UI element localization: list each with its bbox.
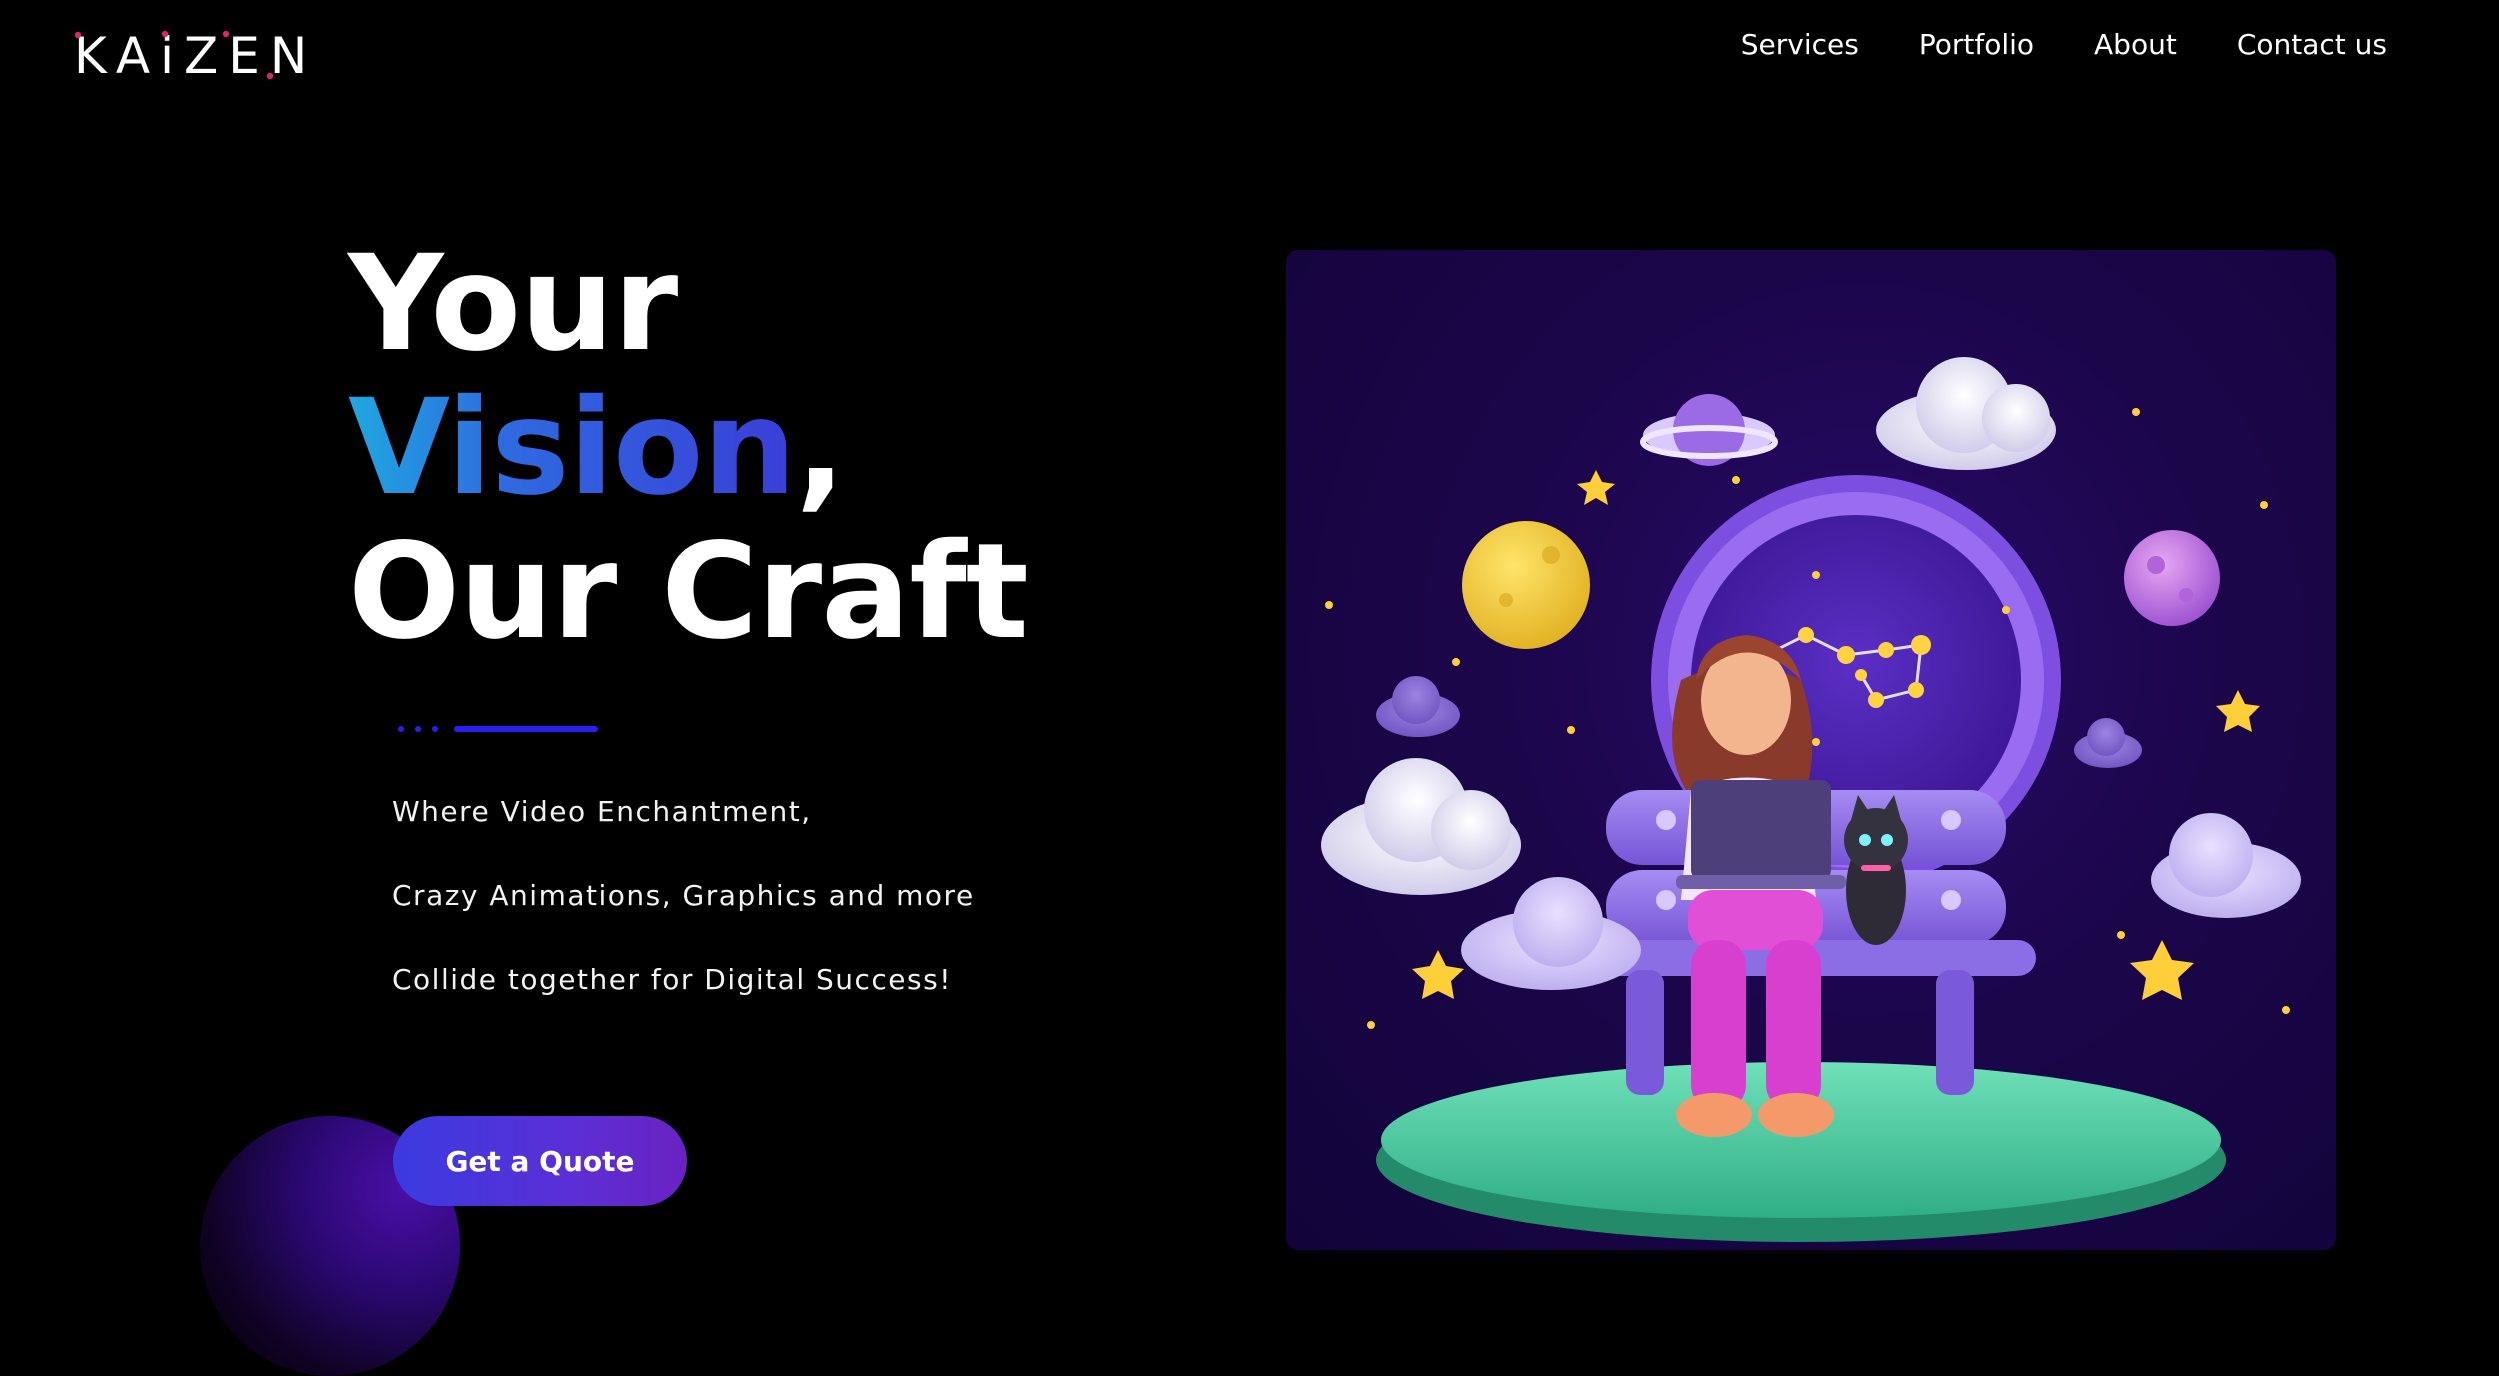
hero-illustration	[1286, 250, 2336, 1250]
get-a-quote-button[interactable]: Get a Quote	[393, 1116, 687, 1206]
hero-headline: Your Vision, Our Craft	[348, 227, 1029, 669]
nav-link-services[interactable]: Services	[1741, 28, 1859, 61]
nav-link-contact-us[interactable]: Contact us	[2237, 28, 2387, 61]
divider-dot	[398, 726, 404, 732]
hero-line-1: Your	[348, 227, 678, 381]
landing-page: KAiZEN Services Portfolio About Contact …	[0, 0, 2499, 1376]
tagline-line-3: Collide together for Digital Success!	[392, 963, 952, 996]
main-nav: Services Portfolio About Contact us	[1741, 22, 2387, 66]
tagline-line-2: Crazy Animations, Graphics and more	[392, 879, 975, 912]
hero-line-2: Vision,	[348, 376, 1028, 520]
tagline-line-1: Where Video Enchantment,	[392, 795, 812, 828]
divider-bar	[454, 726, 598, 732]
nav-link-about[interactable]: About	[2094, 28, 2177, 61]
hero-line-3: Our Craft	[348, 515, 1029, 669]
hero-highlight-vision: Vision	[348, 371, 797, 525]
hero-line-2-suffix: ,	[795, 371, 846, 525]
accent-divider	[398, 724, 598, 734]
brand-logo[interactable]: KAiZEN	[74, 26, 317, 86]
nav-link-portfolio[interactable]: Portfolio	[1919, 28, 2034, 61]
brand-logo-text: KAiZEN	[74, 27, 318, 85]
divider-dot	[432, 726, 438, 732]
divider-dot	[415, 726, 421, 732]
hero-tagline: Where Video Enchantment, Crazy Animation…	[392, 788, 975, 1040]
girl-laptop-cat-illustration-icon	[1321, 357, 2301, 1242]
